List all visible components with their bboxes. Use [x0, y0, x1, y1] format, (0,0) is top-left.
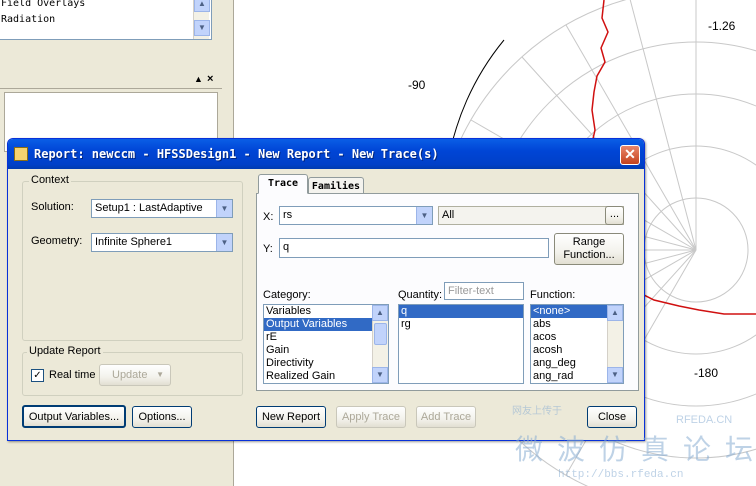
scroll-down-icon[interactable]: ▼ — [607, 367, 623, 383]
y-value: q — [283, 241, 290, 253]
plot-label-db: -1.26 — [708, 19, 736, 33]
quantity-list[interactable]: q rg — [398, 304, 524, 384]
project-tree[interactable]: Field Overlays Radiation ▲ ▼ — [0, 0, 212, 40]
range-function-line2: Function... — [563, 249, 615, 261]
dialog-title: Report: newccm - HFSSDesign1 - New Repor… — [34, 147, 439, 161]
list-item[interactable]: Gain — [264, 344, 388, 357]
quantity-filter-placeholder: Filter-text — [448, 285, 494, 297]
app-icon — [14, 147, 28, 161]
quantity-label: Quantity: — [398, 289, 443, 301]
watermark-chinese: 微波仿真论坛 — [515, 433, 756, 466]
tree-scrollbar[interactable]: ▲ ▼ — [193, 0, 210, 39]
context-legend: Context — [29, 174, 71, 186]
context-group: Context Solution: Setup1 : LastAdaptive … — [22, 174, 243, 341]
chevron-down-icon[interactable]: ▼ — [416, 207, 432, 224]
update-report-group: Update Report ✓ Real time Update ▼ — [22, 345, 243, 396]
scroll-up-icon[interactable]: ▲ — [194, 0, 210, 12]
x-range-field[interactable]: All — [438, 206, 624, 225]
watermark-url: http://bbs.rfeda.cn — [558, 469, 684, 481]
watermark-uploaded: 网友上传于 — [512, 406, 562, 417]
chevron-down-icon: ▼ — [156, 370, 164, 379]
add-trace-button[interactable]: Add Trace — [416, 406, 476, 428]
list-item[interactable]: rE — [264, 331, 388, 344]
function-scrollbar[interactable]: ▲ ▼ — [607, 305, 623, 383]
category-scrollbar[interactable]: ▲ ▼ — [372, 305, 388, 383]
properties-pane-header: ▲ × — [0, 73, 222, 89]
tree-item-radiation[interactable]: Radiation — [1, 14, 55, 26]
x-range-value: All — [442, 209, 455, 221]
x-label: X: — [263, 211, 274, 223]
x-select[interactable]: rs ▼ — [279, 206, 433, 225]
plot-label-minus180: -180 — [694, 366, 718, 380]
category-list[interactable]: Variables Output Variables rE Gain Direc… — [263, 304, 389, 384]
update-label: Update — [112, 369, 148, 381]
tree-item-field-overlays[interactable]: Field Overlays — [1, 0, 85, 10]
solution-select[interactable]: Setup1 : LastAdaptive ▼ — [91, 199, 233, 218]
geometry-select[interactable]: Infinite Sphere1 ▼ — [91, 233, 233, 252]
report-dialog: Report: newccm - HFSSDesign1 - New Repor… — [7, 138, 645, 441]
update-button[interactable]: Update ▼ — [99, 364, 171, 386]
list-item[interactable]: Variables — [264, 305, 388, 318]
list-item[interactable]: q — [399, 305, 523, 319]
scroll-down-icon[interactable]: ▼ — [372, 367, 388, 383]
scroll-up-icon[interactable]: ▲ — [607, 305, 623, 321]
realtime-label: Real time — [49, 369, 96, 381]
category-label: Category: — [263, 289, 311, 301]
dialog-titlebar[interactable]: Report: newccm - HFSSDesign1 - New Repor… — [8, 139, 644, 169]
close-button[interactable]: Close — [587, 406, 637, 428]
range-function-line1: Range — [572, 236, 606, 248]
x-value: rs — [283, 209, 293, 221]
range-function-button[interactable]: Range Function... — [554, 233, 624, 265]
tab-trace[interactable]: Trace — [258, 174, 308, 194]
dialog-client: Context Solution: Setup1 : LastAdaptive … — [11, 169, 641, 439]
scroll-thumb[interactable] — [374, 323, 387, 345]
pane-autohide-icon[interactable]: ▲ — [194, 74, 203, 84]
x-range-browse-button[interactable]: ... — [605, 206, 624, 225]
new-report-button[interactable]: New Report — [256, 406, 326, 428]
function-list[interactable]: <none> abs acos acosh ang_deg ang_rad ▲ … — [530, 304, 624, 384]
scroll-up-icon[interactable]: ▲ — [372, 305, 388, 321]
close-icon[interactable]: ✕ — [620, 145, 640, 165]
list-item[interactable]: Realized Gain — [264, 370, 388, 383]
output-variables-button[interactable]: Output Variables... — [22, 405, 126, 428]
solution-value: Setup1 : LastAdaptive — [95, 202, 203, 214]
y-input[interactable]: q — [279, 238, 549, 258]
geometry-label: Geometry: — [31, 235, 83, 247]
list-item[interactable]: rg — [399, 318, 523, 331]
chevron-down-icon[interactable]: ▼ — [216, 200, 232, 217]
plot-label-minus90: -90 — [408, 78, 426, 92]
scroll-down-icon[interactable]: ▼ — [194, 20, 210, 36]
apply-trace-button[interactable]: Apply Trace — [336, 406, 406, 428]
options-button[interactable]: Options... — [132, 406, 192, 428]
pane-close-icon[interactable]: × — [207, 73, 213, 85]
function-label: Function: — [530, 289, 576, 301]
geometry-value: Infinite Sphere1 — [95, 236, 173, 248]
solution-label: Solution: — [31, 201, 74, 213]
trace-tab-panel: X: rs ▼ All ... Y: q Range Function... C… — [256, 193, 639, 391]
chevron-down-icon[interactable]: ▼ — [216, 234, 232, 251]
list-item[interactable]: Output Variables — [264, 318, 388, 331]
realtime-checkbox[interactable]: ✓ — [31, 369, 44, 382]
list-item[interactable]: Directivity — [264, 357, 388, 370]
quantity-filter-input[interactable]: Filter-text — [444, 282, 524, 300]
watermark-brand: RFEDA.CN — [676, 414, 733, 426]
y-label: Y: — [263, 243, 273, 255]
update-report-legend: Update Report — [27, 345, 103, 357]
